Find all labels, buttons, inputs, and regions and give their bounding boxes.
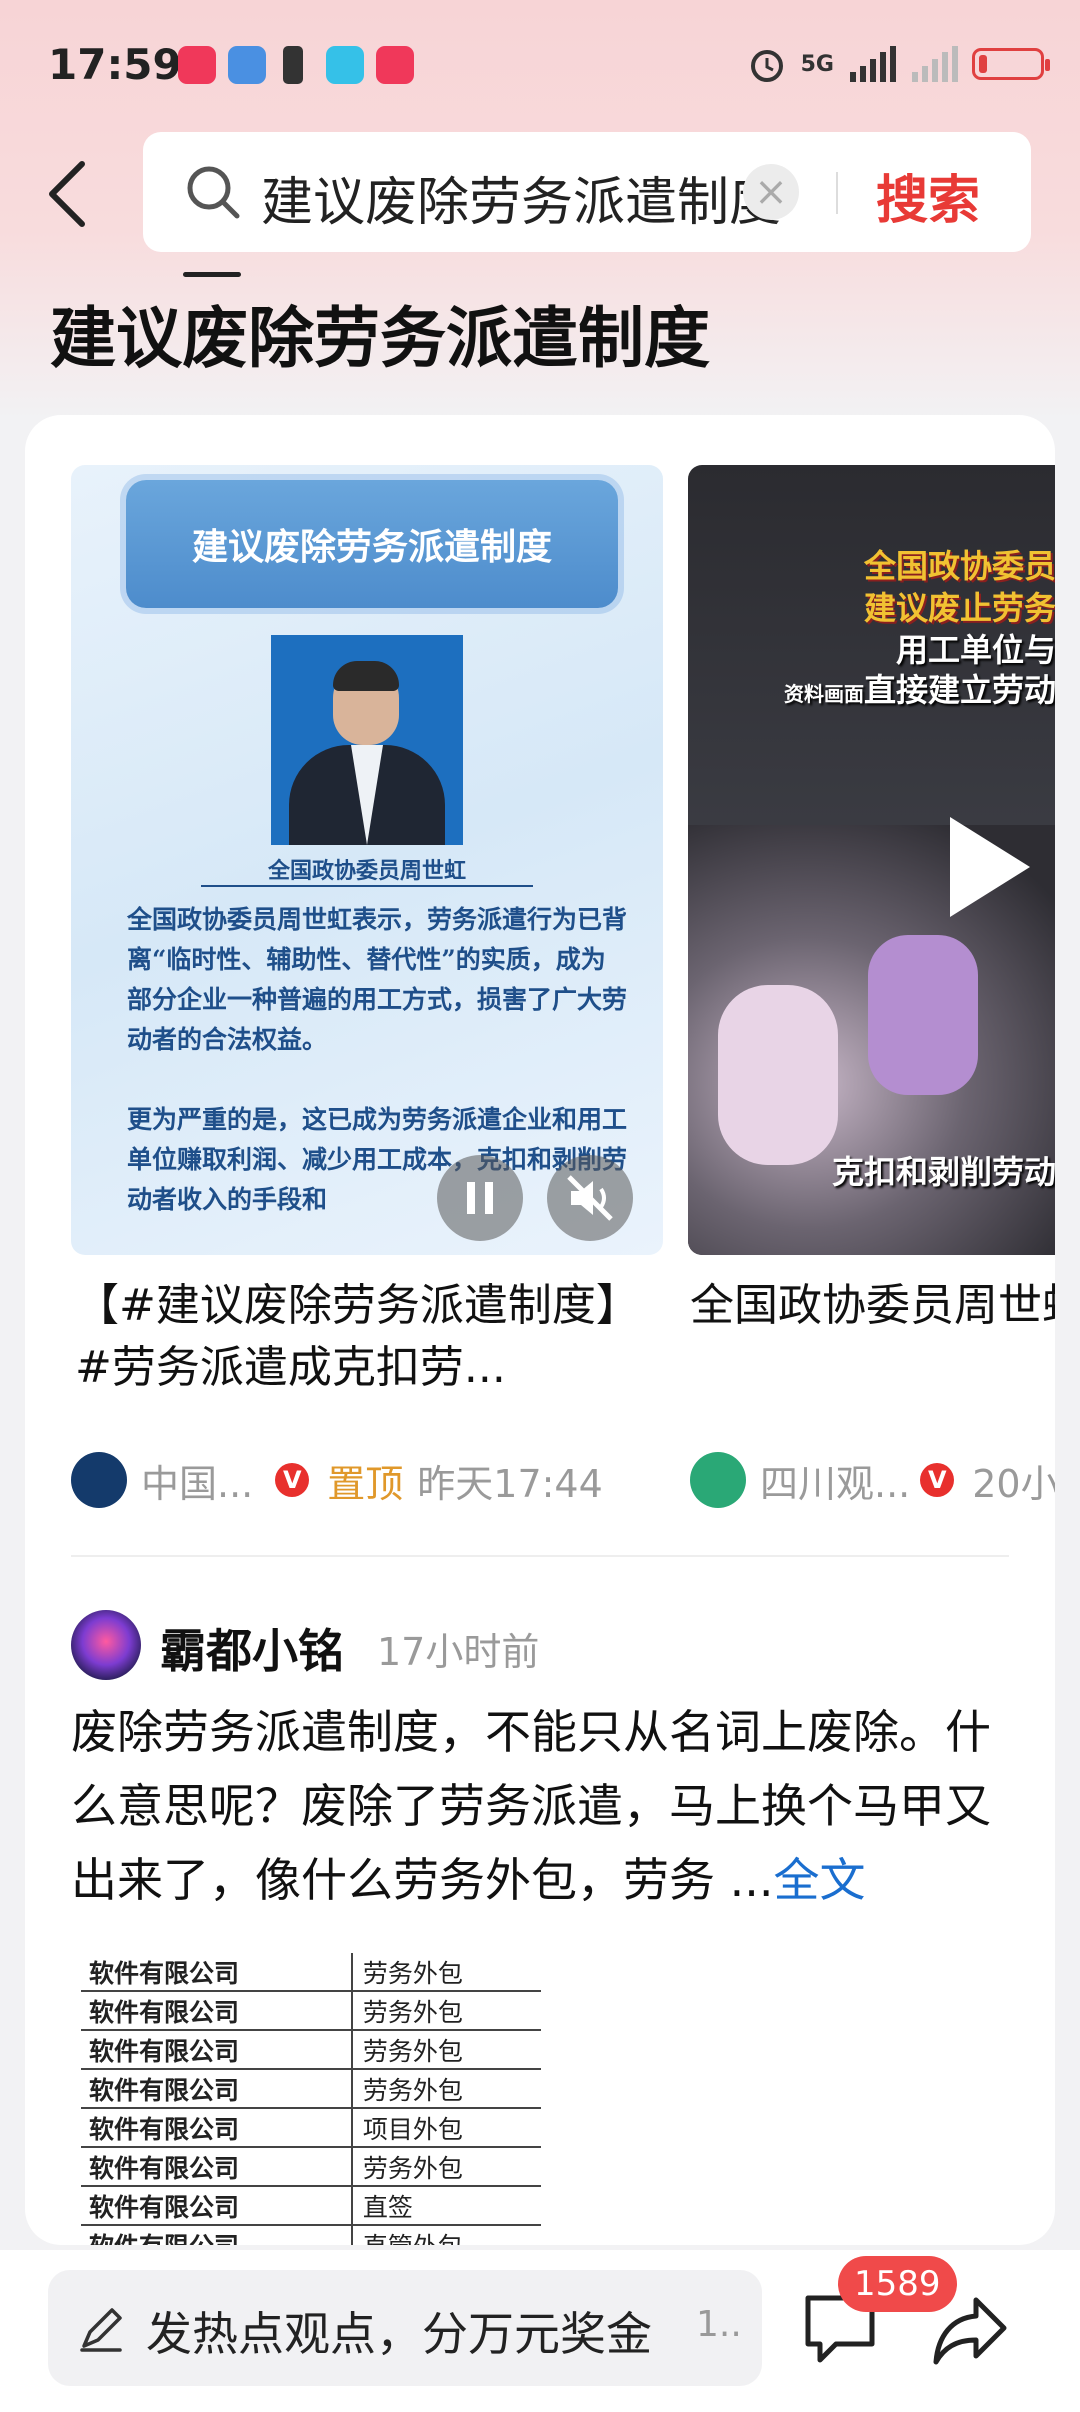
video-title[interactable]: 全国政协委员周世虹建议废止劳务派遣制度 (690, 1275, 1055, 1337)
pause-icon (467, 1182, 493, 1214)
post-body[interactable]: 废除劳务派遣制度，不能只从名词上废除。什么意思呢？废除了劳务派遣，马上换个马甲又… (71, 1695, 1021, 1917)
video-card[interactable]: 建议废除劳务派遣制度 全国政协委员周世虹 全国政协委员周世虹表示，劳务派遣行为已… (71, 465, 663, 1255)
status-bar: 17:59 5G (0, 0, 1080, 135)
post-username[interactable]: 霸都小铭 (160, 1615, 344, 1681)
video-time: 昨天17:44 (417, 1461, 603, 1506)
video-overlay-text: 克扣和剥削劳动者 (831, 1153, 1055, 1191)
full-text-link[interactable]: 全文 (774, 1853, 866, 1907)
table-row: 软件有限公司 劳务外包 (81, 2030, 541, 2070)
app-notification-icon (228, 46, 266, 84)
back-arrow-icon[interactable] (40, 158, 100, 230)
network-label: 5G (800, 51, 834, 77)
video-meta: 中国... V 置顶 昨天17:44 (71, 1450, 603, 1510)
post-time: 17小时前 (377, 1630, 540, 1674)
search-button[interactable]: 搜索 (876, 158, 980, 233)
tab-indicator (183, 272, 241, 277)
verified-icon: V (275, 1463, 310, 1497)
person-photo (271, 635, 463, 845)
bottom-bar: 发热点观点，分万元奖金 1.. 1589 (0, 2250, 1080, 2412)
video-card[interactable]: 全国政协委员周 建议废止劳务派 用工单位与劳 资料画面直接建立劳动合 克扣和剥削… (688, 465, 1055, 1255)
divider (71, 1555, 1009, 1557)
video-title[interactable]: 【#建议废除劳务派遣制度】#劳务派遣成克扣劳... (75, 1275, 655, 1399)
results-card: 建议废除劳务派遣制度 全国政协委员周世虹 全国政协委员周世虹表示，劳务派遣行为已… (25, 415, 1055, 2245)
pause-button[interactable] (437, 1155, 523, 1241)
share-icon[interactable] (930, 2292, 1010, 2368)
video-app-icon (376, 46, 414, 84)
table-row: 软件有限公司 项目外包 (81, 2108, 541, 2148)
mute-icon (567, 1175, 613, 1221)
comment-input[interactable]: 发热点观点，分万元奖金 1.. (48, 2270, 762, 2386)
battery-icon (972, 48, 1050, 80)
app-notification-icon (178, 46, 216, 84)
video-overlay-text: 建议废止劳务派 (863, 589, 1055, 627)
video-banner: 建议废除劳务派遣制度 (126, 480, 618, 608)
table-row: 软件有限公司 劳务外包 (81, 2147, 541, 2187)
topic-title: 建议废除劳务派遣制度 (50, 300, 710, 377)
video-meta: 四川观... V 20小 (690, 1450, 1055, 1510)
source-name[interactable]: 中国... (141, 1453, 253, 1508)
clear-icon[interactable]: × (743, 164, 799, 220)
comment-placeholder: 发热点观点，分万元奖金 (146, 2307, 652, 2361)
verified-icon: V (920, 1463, 955, 1497)
video-overlay-text: 资料画面直接建立劳动合 (783, 671, 1055, 709)
table-row: 软件有限公司 劳务外包 (81, 1991, 541, 2031)
table-row: 软件有限公司 劳务外包 (81, 2069, 541, 2109)
person-caption: 全国政协委员周世虹 (267, 858, 466, 884)
clock: 17:59 (48, 40, 182, 89)
divider (836, 172, 838, 214)
video-time: 20小 (972, 1461, 1055, 1506)
pinned-label: 置顶 (327, 1461, 404, 1506)
signal-weak-icon (912, 46, 958, 82)
post-image-table[interactable]: 软件有限公司 劳务外包 软件有限公司 劳务外包 软件有限公司 劳务外包 软件有限公司劳… (81, 1953, 541, 2245)
table-row: 软件有限公司 直签 (81, 2186, 541, 2226)
source-avatar[interactable] (71, 1452, 127, 1508)
mute-button[interactable] (547, 1155, 633, 1241)
source-avatar[interactable] (690, 1452, 746, 1508)
alarm-icon (750, 50, 783, 82)
table-row: 软件有限公司直管外包 (81, 2225, 541, 2245)
search-icon (187, 166, 240, 219)
pen-icon (80, 2308, 122, 2352)
table-row: 软件有限公司 劳务外包 (81, 1953, 541, 1992)
avatar[interactable] (71, 1610, 141, 1680)
alert-notification-icon (283, 46, 303, 84)
signal-icon (850, 46, 896, 82)
source-name[interactable]: 四川观... (760, 1453, 910, 1508)
play-icon[interactable] (950, 817, 1030, 917)
book-app-icon (326, 46, 364, 84)
video-overlay-text: 全国政协委员周 (863, 547, 1055, 585)
search-box[interactable]: 建议废除劳务派遣制度 × 搜索 (143, 132, 1031, 252)
comment-more: 1.. (696, 2304, 742, 2345)
